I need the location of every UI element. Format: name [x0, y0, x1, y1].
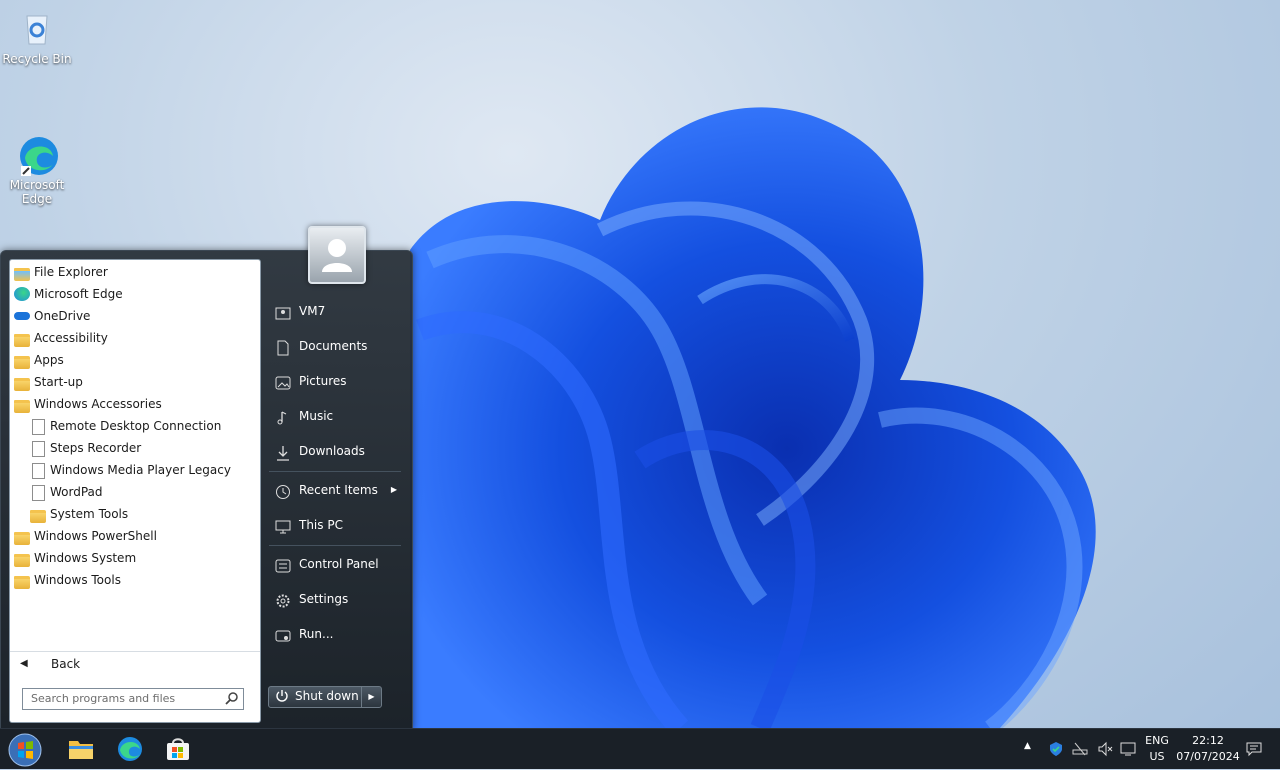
- place-documents[interactable]: Documents: [269, 332, 403, 360]
- program-steps-recorder[interactable]: Steps Recorder: [10, 437, 258, 459]
- taskbar: ▲ ENG US 22:12 07/07/2024: [0, 728, 1280, 769]
- shortcut-icon: [32, 441, 45, 457]
- power-icon: [275, 689, 289, 706]
- separator: [269, 471, 401, 472]
- program-windows-powershell[interactable]: Windows PowerShell: [10, 525, 258, 547]
- shutdown-options-arrow[interactable]: ▶: [361, 687, 381, 707]
- folder-icon: [14, 554, 30, 567]
- places-pane: VM7 Documents Pictures Music Downloads R…: [261, 251, 411, 729]
- music-icon: [275, 408, 291, 425]
- document-icon: [275, 338, 291, 356]
- program-start-up[interactable]: Start-up: [10, 371, 258, 393]
- run-icon: [275, 626, 291, 642]
- shortcut-icon: [32, 485, 45, 501]
- search-icon[interactable]: [225, 691, 239, 708]
- system-tray: ▲ ENG US 22:12 07/07/2024: [0, 729, 1280, 769]
- place-settings[interactable]: Settings: [269, 585, 403, 613]
- folder-icon: [30, 510, 46, 523]
- shutdown-button-group: Shut down ▶: [268, 686, 382, 708]
- download-icon: [275, 443, 291, 461]
- search-box: [22, 688, 244, 710]
- place-music[interactable]: Music: [269, 402, 403, 430]
- desktop-icon-edge[interactable]: Microsoft Edge: [0, 106, 74, 220]
- program-apps[interactable]: Apps: [10, 349, 258, 371]
- folder-icon: [14, 400, 30, 413]
- language-indicator[interactable]: ENG US: [1141, 733, 1173, 765]
- edge-icon: [17, 120, 58, 176]
- computer-icon: [275, 517, 291, 534]
- edge-icon: [14, 287, 30, 301]
- shutdown-button[interactable]: Shut down: [295, 689, 359, 703]
- shortcut-icon: [32, 463, 45, 479]
- place-run[interactable]: Run...: [269, 620, 403, 648]
- volume-muted-icon[interactable]: [1097, 741, 1113, 757]
- program-windows-system[interactable]: Windows System: [10, 547, 258, 569]
- shortcut-icon: [32, 419, 45, 435]
- folder-icon: [14, 532, 30, 545]
- chevron-right-icon: ▶: [390, 485, 397, 494]
- control-panel-icon: [275, 556, 291, 573]
- display-icon[interactable]: [1120, 741, 1136, 757]
- clock-date: 07/07/2024: [1176, 750, 1240, 763]
- program-windows-accessories[interactable]: Windows Accessories: [10, 393, 258, 415]
- separator: [269, 545, 401, 546]
- onedrive-icon: [14, 312, 30, 320]
- apps-icon: [14, 356, 30, 369]
- program-microsoft-edge[interactable]: Microsoft Edge: [10, 283, 258, 305]
- back-button[interactable]: ◀ Back: [10, 651, 260, 676]
- folder-icon: [14, 378, 30, 391]
- desktop-icon-label: Recycle Bin: [2, 52, 72, 66]
- program-onedrive[interactable]: OneDrive: [10, 305, 258, 327]
- security-shield-icon[interactable]: [1048, 741, 1064, 757]
- network-disconnected-icon[interactable]: [1072, 741, 1088, 757]
- clock-icon: [275, 482, 291, 499]
- user-folder-icon: [275, 303, 291, 320]
- programs-pane: File Explorer Microsoft Edge OneDrive Ac…: [9, 259, 261, 723]
- place-recent-items[interactable]: Recent Items ▶: [269, 476, 403, 504]
- region-code: US: [1149, 750, 1165, 763]
- user-icon: [322, 239, 352, 272]
- program-system-tools[interactable]: System Tools: [10, 503, 258, 525]
- program-windows-media-player-legacy[interactable]: Windows Media Player Legacy: [10, 459, 258, 481]
- picture-icon: [275, 373, 291, 390]
- chevron-up-icon[interactable]: ▲: [1024, 741, 1040, 757]
- place-downloads[interactable]: Downloads: [269, 437, 403, 465]
- place-pictures[interactable]: Pictures: [269, 367, 403, 395]
- desktop-icon-recycle-bin[interactable]: Recycle Bin: [0, 8, 74, 66]
- language-code: ENG: [1145, 734, 1169, 747]
- program-windows-tools[interactable]: Windows Tools: [10, 569, 258, 591]
- place-user-folder[interactable]: VM7: [269, 297, 403, 325]
- program-wordpad[interactable]: WordPad: [10, 481, 258, 503]
- folder-icon: [14, 576, 30, 589]
- gear-icon: [275, 591, 291, 608]
- desktop-icon-label: Microsoft Edge: [9, 178, 65, 206]
- program-file-explorer[interactable]: File Explorer: [10, 261, 258, 283]
- program-accessibility[interactable]: Accessibility: [10, 327, 258, 349]
- file-explorer-icon: [14, 268, 30, 281]
- place-this-pc[interactable]: This PC: [269, 511, 403, 539]
- start-menu: File Explorer Microsoft Edge OneDrive Ac…: [0, 250, 413, 730]
- recycle-bin-icon: [17, 8, 57, 48]
- program-remote-desktop-connection[interactable]: Remote Desktop Connection: [10, 415, 258, 437]
- chevron-left-icon: ◀: [20, 658, 28, 669]
- clock-time: 22:12: [1192, 734, 1224, 747]
- folder-icon: [14, 334, 30, 347]
- user-avatar[interactable]: [308, 226, 366, 284]
- clock[interactable]: 22:12 07/07/2024: [1173, 733, 1243, 765]
- place-control-panel[interactable]: Control Panel: [269, 550, 403, 578]
- notification-icon[interactable]: [1246, 741, 1262, 757]
- search-input[interactable]: [23, 689, 221, 707]
